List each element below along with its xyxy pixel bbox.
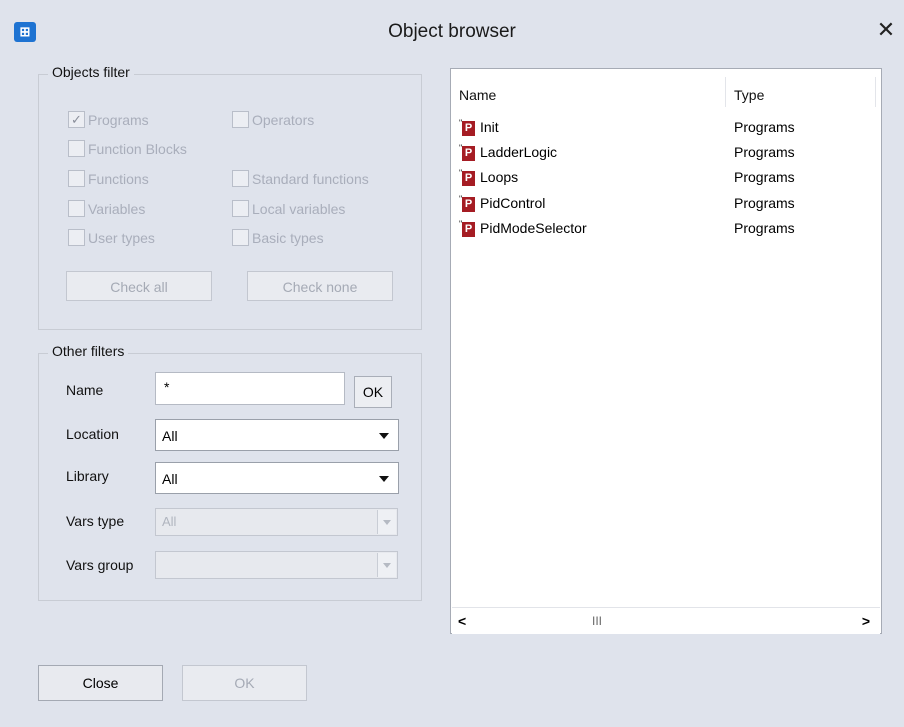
vars-type-value: All [162,514,177,529]
checkbox-label: User types [88,230,155,246]
checkbox-label: Basic types [252,230,324,246]
chevron-down-icon [379,433,389,439]
checkbox-variables[interactable]: Variables [68,199,146,219]
scroll-right-icon[interactable]: > [862,613,870,629]
check-none-button[interactable]: Check none [247,271,393,301]
checkbox-label: Local variables [252,201,346,217]
item-name: LadderLogic [480,144,558,160]
checkbox-checked-icon: ✓ [68,110,85,128]
item-type: Programs [734,119,795,135]
checkbox-icon [68,169,85,187]
results-list[interactable]: Name Type " P Init Programs " P LadderLogi… [450,68,882,634]
item-name: Loops [480,169,519,185]
item-type: Programs [734,220,795,236]
object-browser-dialog: ⊞ Object browser ✕ Objects filter ✓ Progr… [0,0,904,727]
item-type: Programs [734,195,795,211]
item-name: Init [480,119,499,135]
checkbox-icon [232,199,249,217]
location-label: Location [66,426,119,442]
checkbox-icon [232,228,249,246]
item-name: PidModeSelector [480,220,587,236]
chevron-down-icon [379,476,389,482]
vars-group-label: Vars group [66,557,134,573]
program-icon: " P [459,119,475,136]
name-ok-button[interactable]: OK [354,376,392,408]
item-name: PidControl [480,195,546,211]
close-icon[interactable]: ✕ [872,16,900,44]
checkbox-icon [232,110,249,128]
name-input[interactable]: * [155,372,345,405]
close-button[interactable]: Close [38,665,163,701]
column-divider[interactable] [725,77,726,107]
library-value: All [162,471,178,487]
checkbox-icon [68,139,85,157]
check-all-button[interactable]: Check all [66,271,212,301]
library-label: Library [66,468,109,484]
checkbox-label: Functions [88,171,149,187]
checkbox-basic-types[interactable]: Basic types [232,228,324,248]
location-select[interactable]: All [155,419,399,451]
column-divider[interactable] [875,77,876,107]
checkbox-label: Function Blocks [88,141,187,157]
ok-button[interactable]: OK [182,665,307,701]
objects-filter-legend: Objects filter [48,64,134,80]
checkbox-label: Operators [252,112,315,128]
checkbox-programs[interactable]: ✓ Programs [68,110,149,130]
checkbox-label: Standard functions [252,171,369,187]
scroll-left-icon[interactable]: < [458,613,466,629]
column-header-name[interactable]: Name [459,87,496,103]
checkbox-function-blocks[interactable]: Function Blocks [68,139,187,159]
location-value: All [162,428,178,444]
chevron-down-icon [383,520,391,525]
name-label: Name [66,382,104,398]
horizontal-scrollbar[interactable]: < III > [452,607,880,634]
program-icon: " P [459,220,475,237]
checkbox-local-variables[interactable]: Local variables [232,199,346,219]
program-icon: " P [459,144,475,161]
program-icon: " P [459,169,475,186]
dropdown-button [377,510,396,534]
checkbox-standard-functions[interactable]: Standard functions [232,169,369,189]
chevron-down-icon [383,563,391,568]
checkbox-icon [68,228,85,246]
item-type: Programs [734,169,795,185]
vars-type-label: Vars type [66,513,125,529]
title-bar: ⊞ Object browser ✕ [0,0,904,58]
library-select[interactable]: All [155,462,399,494]
vars-group-select[interactable] [155,551,398,579]
checkbox-user-types[interactable]: User types [68,228,155,248]
vars-type-select[interactable]: All [155,508,398,536]
dropdown-button [377,553,396,577]
checkbox-functions[interactable]: Functions [68,169,149,189]
scroll-thumb[interactable]: III [592,614,602,628]
other-filters-legend: Other filters [48,343,129,359]
checkbox-label: Variables [88,201,146,217]
item-type: Programs [734,144,795,160]
checkbox-operators[interactable]: Operators [232,110,315,130]
checkbox-icon [68,199,85,217]
program-icon: " P [459,195,475,212]
checkbox-label: Programs [88,112,149,128]
column-header-type[interactable]: Type [734,87,764,103]
window-title: Object browser [388,21,516,42]
checkbox-icon [232,169,249,187]
